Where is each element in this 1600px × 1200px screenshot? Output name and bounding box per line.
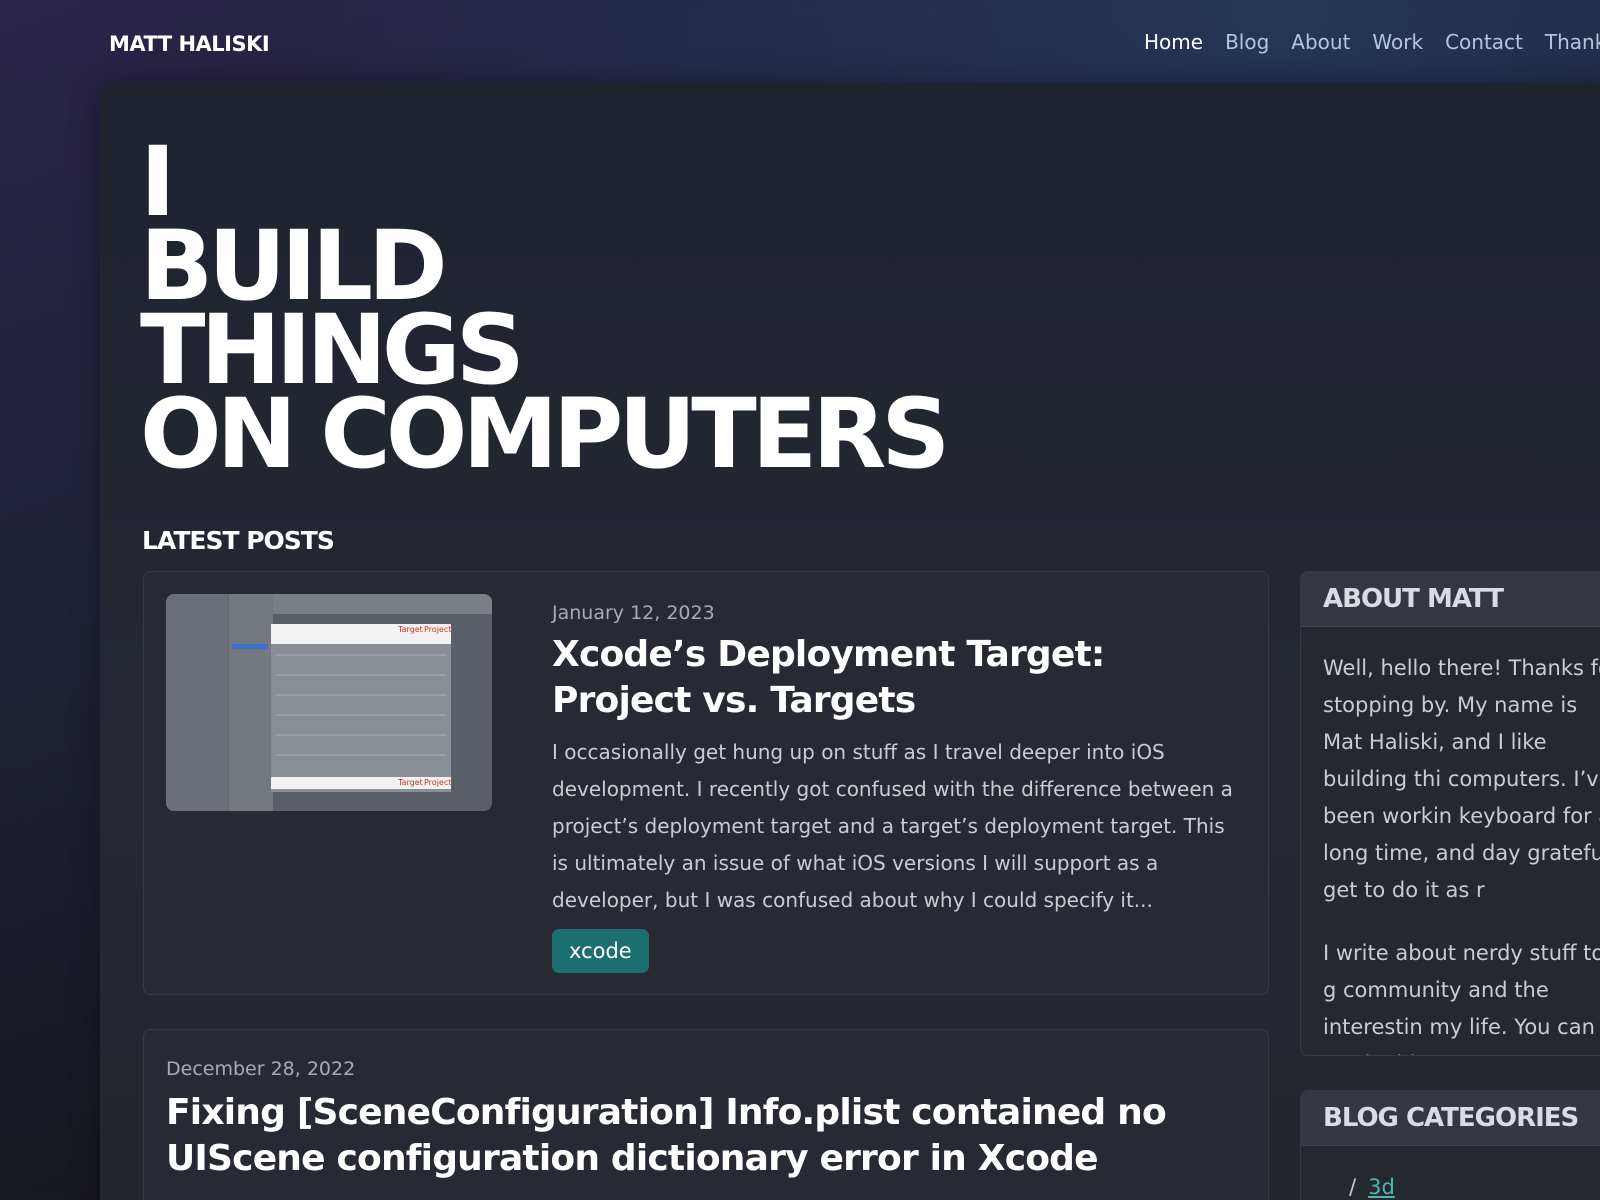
post-title-link[interactable]: Fixing [SceneConfiguration] Info.plist c… bbox=[166, 1090, 1246, 1182]
thumbnail-targets bbox=[228, 594, 273, 811]
thumbnail-row bbox=[276, 694, 446, 696]
thumbnail-label-project: Project bbox=[424, 778, 452, 787]
thumbnail-toolbar bbox=[273, 594, 492, 614]
thumbnail-selection bbox=[232, 644, 268, 649]
nav-blog[interactable]: Blog bbox=[1225, 30, 1269, 54]
main-nav: Home Blog About Work Contact Thank bbox=[1144, 30, 1600, 54]
nav-thanks[interactable]: Thank bbox=[1545, 30, 1600, 54]
post-card: December 28, 2022 Fixing [SceneConfigura… bbox=[143, 1029, 1269, 1200]
post-excerpt: I occasionally get hung up on stuff as I… bbox=[552, 740, 1233, 912]
nav-about[interactable]: About bbox=[1291, 30, 1350, 54]
nav-home[interactable]: Home bbox=[1144, 30, 1203, 54]
thumbnail-row bbox=[276, 734, 446, 736]
thumbnail-settings-table bbox=[271, 624, 451, 792]
about-paragraph: Well, hello there! Thanks for stopping b… bbox=[1323, 656, 1600, 902]
category-link-3d[interactable]: 3d bbox=[1368, 1175, 1395, 1199]
thumbnail-navigator bbox=[166, 594, 228, 811]
hero-line: ON COMPUTERS bbox=[140, 378, 950, 490]
nav-work[interactable]: Work bbox=[1372, 30, 1423, 54]
about-widget: ABOUT MATT Well, hello there! Thanks for… bbox=[1300, 571, 1600, 1056]
thumbnail-label-target: Target bbox=[398, 778, 423, 787]
thumbnail-row bbox=[276, 714, 446, 716]
post-card: Target Project Target Project January 12… bbox=[143, 571, 1269, 995]
site-header: MATT HALISKI Home Blog About Work Contac… bbox=[0, 0, 1600, 90]
post-date: December 28, 2022 bbox=[166, 1058, 356, 1080]
tag-xcode[interactable]: xcode bbox=[552, 929, 649, 973]
category-item: / 3d bbox=[1349, 1175, 1395, 1199]
thumbnail-label-project: Project bbox=[424, 625, 452, 634]
post-thumbnail[interactable]: Target Project Target Project bbox=[166, 594, 492, 811]
categories-heading: BLOG CATEGORIES bbox=[1301, 1091, 1600, 1146]
nav-contact[interactable]: Contact bbox=[1445, 30, 1523, 54]
about-body: Well, hello there! Thanks for stopping b… bbox=[1301, 627, 1600, 1055]
about-heading: ABOUT MATT bbox=[1301, 572, 1600, 627]
category-prefix: / bbox=[1349, 1175, 1357, 1199]
about-paragraph: I write about nerdy stuff to g community… bbox=[1323, 941, 1600, 1055]
post-title-link[interactable]: Xcode’s Deployment Target: Project vs. T… bbox=[552, 632, 1252, 724]
hero-title: I BUILD THINGS ON COMPUTERS bbox=[140, 134, 950, 490]
site-brand[interactable]: MATT HALISKI bbox=[109, 32, 270, 56]
thumbnail-row bbox=[276, 754, 446, 756]
thumbnail-row bbox=[276, 674, 446, 676]
latest-posts-heading: LATEST POSTS bbox=[142, 526, 335, 555]
thumbnail-row bbox=[276, 654, 446, 656]
categories-widget: BLOG CATEGORIES / 3d bbox=[1300, 1090, 1600, 1200]
post-date: January 12, 2023 bbox=[552, 602, 715, 624]
thumbnail-label-target: Target bbox=[398, 625, 423, 634]
